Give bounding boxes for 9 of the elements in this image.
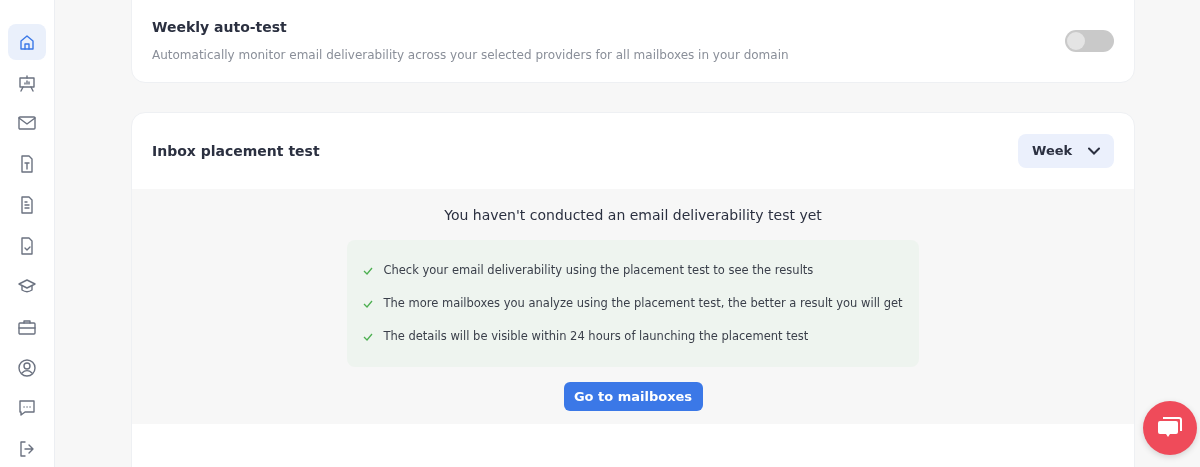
card-title: Inbox placement test — [152, 141, 320, 161]
tip-text: The details will be visible within 24 hours of launching the placement test — [383, 327, 809, 345]
card-title: Weekly auto-test — [152, 18, 288, 37]
tip-text: Check your email deliverability using the placement test to see the results — [383, 261, 814, 279]
empty-state-heading: You haven't conducted an email deliverability test yet — [444, 206, 822, 225]
tip-text: The more mailboxes you analyze using the placement test, the better a result you will get — [383, 294, 903, 312]
card-description: Automatically monitor email deliverability across your selected providers for all mailboxes in your domain — [152, 47, 789, 64]
period-dropdown[interactable]: Week — [1018, 134, 1114, 168]
go-to-mailboxes-button[interactable]: Go to mailboxes — [563, 382, 703, 411]
